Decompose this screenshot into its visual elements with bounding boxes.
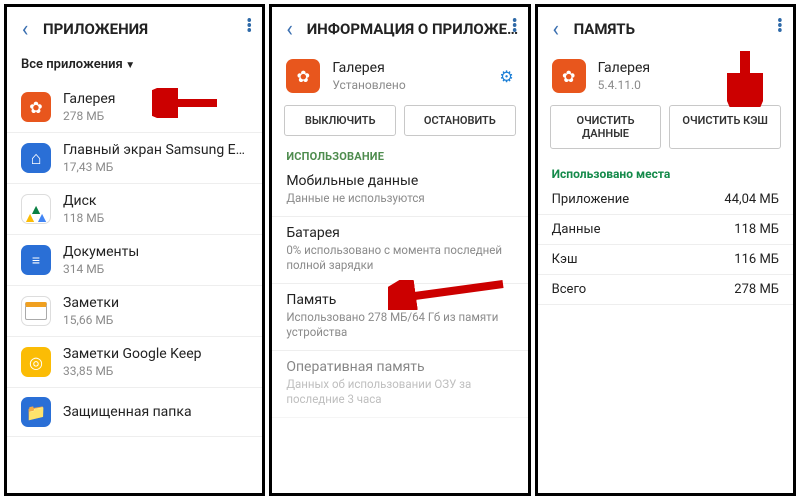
header: ‹ ПРИЛОЖЕНИЯ ••• <box>7 7 262 51</box>
app-size: 314 МБ <box>63 262 139 276</box>
filter-dropdown[interactable]: Все приложения <box>7 51 262 82</box>
app-size: 17,43 МБ <box>63 160 248 174</box>
info-row-ram[interactable]: Оперативная память Данных об использован… <box>272 351 527 418</box>
list-item[interactable]: Галерея 278 МБ <box>7 82 262 133</box>
panel-app-info: ‹ ИНФОРМАЦИЯ О ПРИЛОЖЕНИИ ••• Галерея Ус… <box>269 4 530 496</box>
app-status: Установлено <box>332 78 405 92</box>
header: ‹ ИНФОРМАЦИЯ О ПРИЛОЖЕНИИ ••• <box>272 7 527 51</box>
row-title: Мобильные данные <box>286 173 513 189</box>
back-icon[interactable]: ‹ <box>280 17 298 42</box>
gallery-icon <box>286 59 320 93</box>
page-title: ИНФОРМАЦИЯ О ПРИЛОЖЕНИИ <box>307 20 520 38</box>
storage-value: 118 МБ <box>734 222 779 237</box>
header: ‹ ПАМЯТЬ ••• <box>538 7 793 51</box>
storage-value: 116 МБ <box>734 252 779 267</box>
app-name: Заметки <box>63 295 119 311</box>
list-item[interactable]: Диск 118 МБ <box>7 184 262 235</box>
page-title: ПРИЛОЖЕНИЯ <box>43 20 148 38</box>
info-row-battery[interactable]: Батарея 0% использовано с момента послед… <box>272 217 527 284</box>
row-title: Память <box>286 292 513 308</box>
row-sub: 0% использовано с момента последней полн… <box>286 243 513 273</box>
app-size: 15,66 МБ <box>63 313 119 327</box>
overflow-menu-icon[interactable]: ••• <box>512 19 518 34</box>
annotation-arrow-icon <box>152 88 222 118</box>
gallery-icon <box>552 59 586 93</box>
row-sub: Использовано 278 МБ/64 Гб из памяти устр… <box>286 310 513 340</box>
panel-apps: ‹ ПРИЛОЖЕНИЯ ••• Все приложения Галерея … <box>4 4 265 496</box>
gear-icon[interactable]: ⚙ <box>499 67 513 86</box>
list-item[interactable]: Главный экран Samsung Experie.. 17,43 МБ <box>7 133 262 184</box>
row-title: Батарея <box>286 225 513 241</box>
stop-button[interactable]: ОСТАНОВИТЬ <box>404 105 516 136</box>
drive-icon <box>21 194 51 224</box>
storage-value: 44,04 МБ <box>724 192 779 207</box>
app-header: Галерея 5.4.11.0 <box>538 51 793 101</box>
storage-value: 278 МБ <box>734 282 779 297</box>
list-item[interactable]: Заметки 15,66 МБ <box>7 286 262 337</box>
row-sub: Данных об использовании ОЗУ за последние… <box>286 377 513 407</box>
section-usage: ИСПОЛЬЗОВАНИЕ <box>272 146 527 165</box>
storage-row: Кэш 116 МБ <box>538 245 793 275</box>
clear-data-button[interactable]: ОЧИСТИТЬ ДАННЫЕ <box>550 105 662 149</box>
clear-cache-button[interactable]: ОЧИСТИТЬ КЭШ <box>669 105 781 149</box>
info-row-storage[interactable]: Память Использовано 278 МБ/64 Гб из памя… <box>272 284 527 351</box>
docs-icon <box>21 245 51 275</box>
info-row-mobile-data[interactable]: Мобильные данные Данные не используются <box>272 165 527 217</box>
button-row: ОЧИСТИТЬ ДАННЫЕ ОЧИСТИТЬ КЭШ <box>538 101 793 159</box>
list-item[interactable]: Заметки Google Keep 33,85 МБ <box>7 337 262 388</box>
row-title: Оперативная память <box>286 359 513 375</box>
list-item[interactable]: Документы 314 МБ <box>7 235 262 286</box>
storage-row: Приложение 44,04 МБ <box>538 185 793 215</box>
app-version: 5.4.11.0 <box>598 78 650 92</box>
storage-key: Всего <box>552 282 587 297</box>
app-name: Диск <box>63 193 104 209</box>
keep-icon <box>21 347 51 377</box>
back-icon[interactable]: ‹ <box>546 17 566 42</box>
app-size: 33,85 МБ <box>63 364 202 378</box>
button-row: ВЫКЛЮЧИТЬ ОСТАНОВИТЬ <box>272 101 527 146</box>
app-list: Галерея 278 МБ Главный экран Samsung Exp… <box>7 82 262 437</box>
app-name: Галерея <box>63 91 115 107</box>
overflow-menu-icon[interactable]: ••• <box>246 19 252 34</box>
app-name: Галерея <box>332 60 405 76</box>
app-name: Заметки Google Keep <box>63 346 202 362</box>
secure-folder-icon <box>21 397 51 427</box>
app-size: 278 МБ <box>63 109 115 123</box>
app-name: Главный экран Samsung Experie.. <box>63 142 248 158</box>
section-used: Использовано места <box>538 159 793 185</box>
page-title: ПАМЯТЬ <box>574 20 635 38</box>
notes-icon <box>21 296 51 326</box>
app-name: Защищенная папка <box>63 404 192 420</box>
back-icon[interactable]: ‹ <box>15 17 35 42</box>
gallery-icon <box>21 92 51 122</box>
storage-key: Кэш <box>552 252 578 267</box>
storage-key: Приложение <box>552 192 630 207</box>
list-item[interactable]: Защищенная папка <box>7 388 262 437</box>
app-header: Галерея Установлено ⚙ <box>272 51 527 101</box>
storage-row: Всего 278 МБ <box>538 275 793 305</box>
app-name: Документы <box>63 244 139 260</box>
app-size: 118 МБ <box>63 211 104 225</box>
home-icon <box>21 143 51 173</box>
panel-storage: ‹ ПАМЯТЬ ••• Галерея 5.4.11.0 ОЧИСТИТЬ Д… <box>535 4 796 496</box>
storage-key: Данные <box>552 222 601 237</box>
annotation-arrow-icon <box>727 47 763 107</box>
overflow-menu-icon[interactable]: ••• <box>777 19 783 34</box>
storage-row: Данные 118 МБ <box>538 215 793 245</box>
app-name: Галерея <box>598 60 650 76</box>
row-sub: Данные не используются <box>286 191 513 206</box>
disable-button[interactable]: ВЫКЛЮЧИТЬ <box>284 105 396 136</box>
